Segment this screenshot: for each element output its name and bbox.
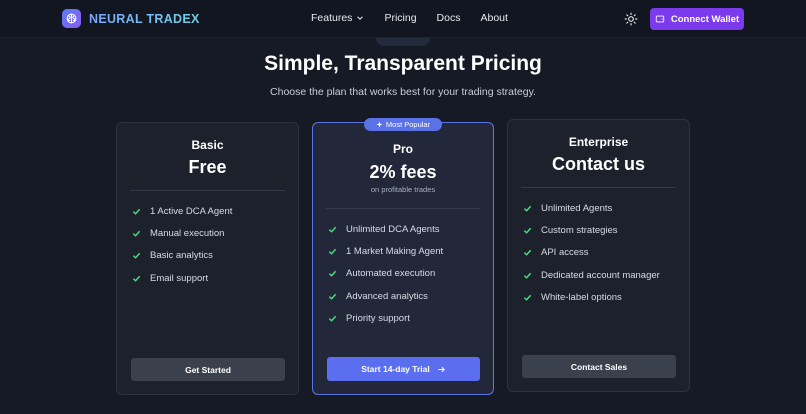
- feature-label: Manual execution: [150, 228, 225, 240]
- pricing-card-enterprise: Enterprise Contact us Unlimited Agents C…: [507, 119, 690, 392]
- contact-sales-button[interactable]: Contact Sales: [522, 355, 676, 378]
- plan-price: 2% fees: [369, 162, 437, 182]
- check-icon: [328, 316, 337, 323]
- feature-label: 1 Active DCA Agent: [150, 205, 233, 217]
- check-icon: [132, 253, 141, 260]
- connect-wallet-button[interactable]: Connect Wallet: [650, 8, 744, 30]
- list-item: White-label options: [523, 287, 660, 309]
- check-icon: [523, 272, 532, 279]
- pricing-card-pro: Pro 2% fees on profitable trades Unlimit…: [312, 122, 494, 395]
- get-started-button[interactable]: Get Started: [131, 358, 285, 381]
- nav-link-label: Features: [311, 12, 353, 24]
- check-icon: [132, 275, 141, 282]
- button-label: Contact Sales: [570, 361, 628, 372]
- feature-label: Custom strategies: [541, 225, 618, 237]
- list-item: Advanced analytics: [328, 285, 443, 307]
- feature-label: White-label options: [541, 292, 622, 304]
- list-item: Custom strategies: [523, 219, 660, 241]
- nav-link-docs[interactable]: Docs: [437, 12, 461, 24]
- divider: [130, 190, 285, 191]
- plan-name: Pro: [392, 142, 413, 156]
- divider: [326, 208, 480, 209]
- arrow-right-icon: [438, 366, 445, 372]
- feature-label: Email support: [150, 272, 209, 284]
- list-item: Email support: [132, 267, 232, 289]
- feature-label: Automated execution: [346, 268, 436, 280]
- sparkle-icon: [376, 121, 383, 128]
- check-icon: [132, 230, 141, 237]
- connect-wallet-label: Connect Wallet: [670, 13, 740, 25]
- feature-label: Advanced analytics: [346, 290, 428, 302]
- top-navbar: NEURAL TRADEX Features Pricing Docs Abou…: [0, 0, 806, 38]
- check-icon: [328, 293, 337, 300]
- list-item: Priority support: [328, 308, 443, 330]
- most-popular-badge: Most Popular: [364, 118, 442, 131]
- start-trial-button[interactable]: Start 14-day Trial: [327, 357, 480, 381]
- feature-list: Unlimited Agents Custom strategies API a…: [523, 197, 660, 309]
- list-item: Automated execution: [328, 263, 443, 285]
- check-icon: [328, 248, 337, 255]
- list-item: Unlimited DCA Agents: [328, 218, 443, 240]
- check-icon: [328, 226, 337, 233]
- feature-label: Dedicated account manager: [541, 269, 660, 281]
- list-item: Manual execution: [132, 222, 232, 244]
- wallet-icon: [655, 15, 665, 23]
- button-label: Get Started: [185, 364, 231, 375]
- check-icon: [523, 205, 532, 212]
- plan-name: Enterprise: [568, 135, 629, 149]
- divider: [521, 187, 676, 188]
- chevron-down-icon: [357, 16, 364, 20]
- nav-link-pricing[interactable]: Pricing: [384, 12, 416, 24]
- list-item: 1 Market Making Agent: [328, 240, 443, 262]
- plan-price: Contact us: [551, 154, 645, 174]
- list-item: 1 Active DCA Agent: [132, 200, 232, 222]
- feature-label: 1 Market Making Agent: [346, 246, 444, 258]
- check-icon: [132, 208, 141, 215]
- list-item: API access: [523, 242, 660, 264]
- plan-note: on profitable trades: [370, 185, 436, 194]
- check-icon: [523, 295, 532, 302]
- list-item: Unlimited Agents: [523, 197, 660, 219]
- page-title: Simple, Transparent Pricing: [264, 52, 542, 75]
- brand-name: NEURAL TRADEX: [89, 11, 200, 26]
- button-label: Start 14-day Trial: [361, 364, 430, 374]
- feature-label: Priority support: [346, 313, 410, 325]
- check-icon: [328, 271, 337, 278]
- feature-list: Unlimited DCA Agents 1 Market Making Age…: [328, 218, 443, 330]
- page-subtitle: Choose the plan that works best for your…: [270, 86, 536, 98]
- check-icon: [523, 227, 532, 234]
- feature-label: Unlimited DCA Agents: [346, 223, 440, 235]
- list-item: Basic analytics: [132, 245, 232, 267]
- pricing-card-basic: Basic Free 1 Active DCA Agent Manual exe…: [116, 122, 299, 395]
- nav-links: Features Pricing Docs About: [311, 12, 508, 24]
- check-icon: [523, 250, 532, 257]
- nav-link-about[interactable]: About: [480, 12, 507, 24]
- brain-icon: [62, 9, 81, 28]
- badge-label: Most Popular: [385, 120, 431, 129]
- nav-link-features[interactable]: Features: [311, 12, 364, 24]
- section-tag: [376, 38, 430, 46]
- list-item: Dedicated account manager: [523, 264, 660, 286]
- brand[interactable]: NEURAL TRADEX: [62, 9, 200, 28]
- sun-icon[interactable]: [624, 12, 638, 26]
- feature-label: Unlimited Agents: [541, 202, 613, 214]
- plan-name: Basic: [191, 138, 224, 152]
- feature-list: 1 Active DCA Agent Manual execution Basi…: [132, 200, 232, 290]
- feature-label: API access: [541, 247, 589, 259]
- plan-price: Free: [188, 157, 227, 177]
- feature-label: Basic analytics: [150, 250, 213, 262]
